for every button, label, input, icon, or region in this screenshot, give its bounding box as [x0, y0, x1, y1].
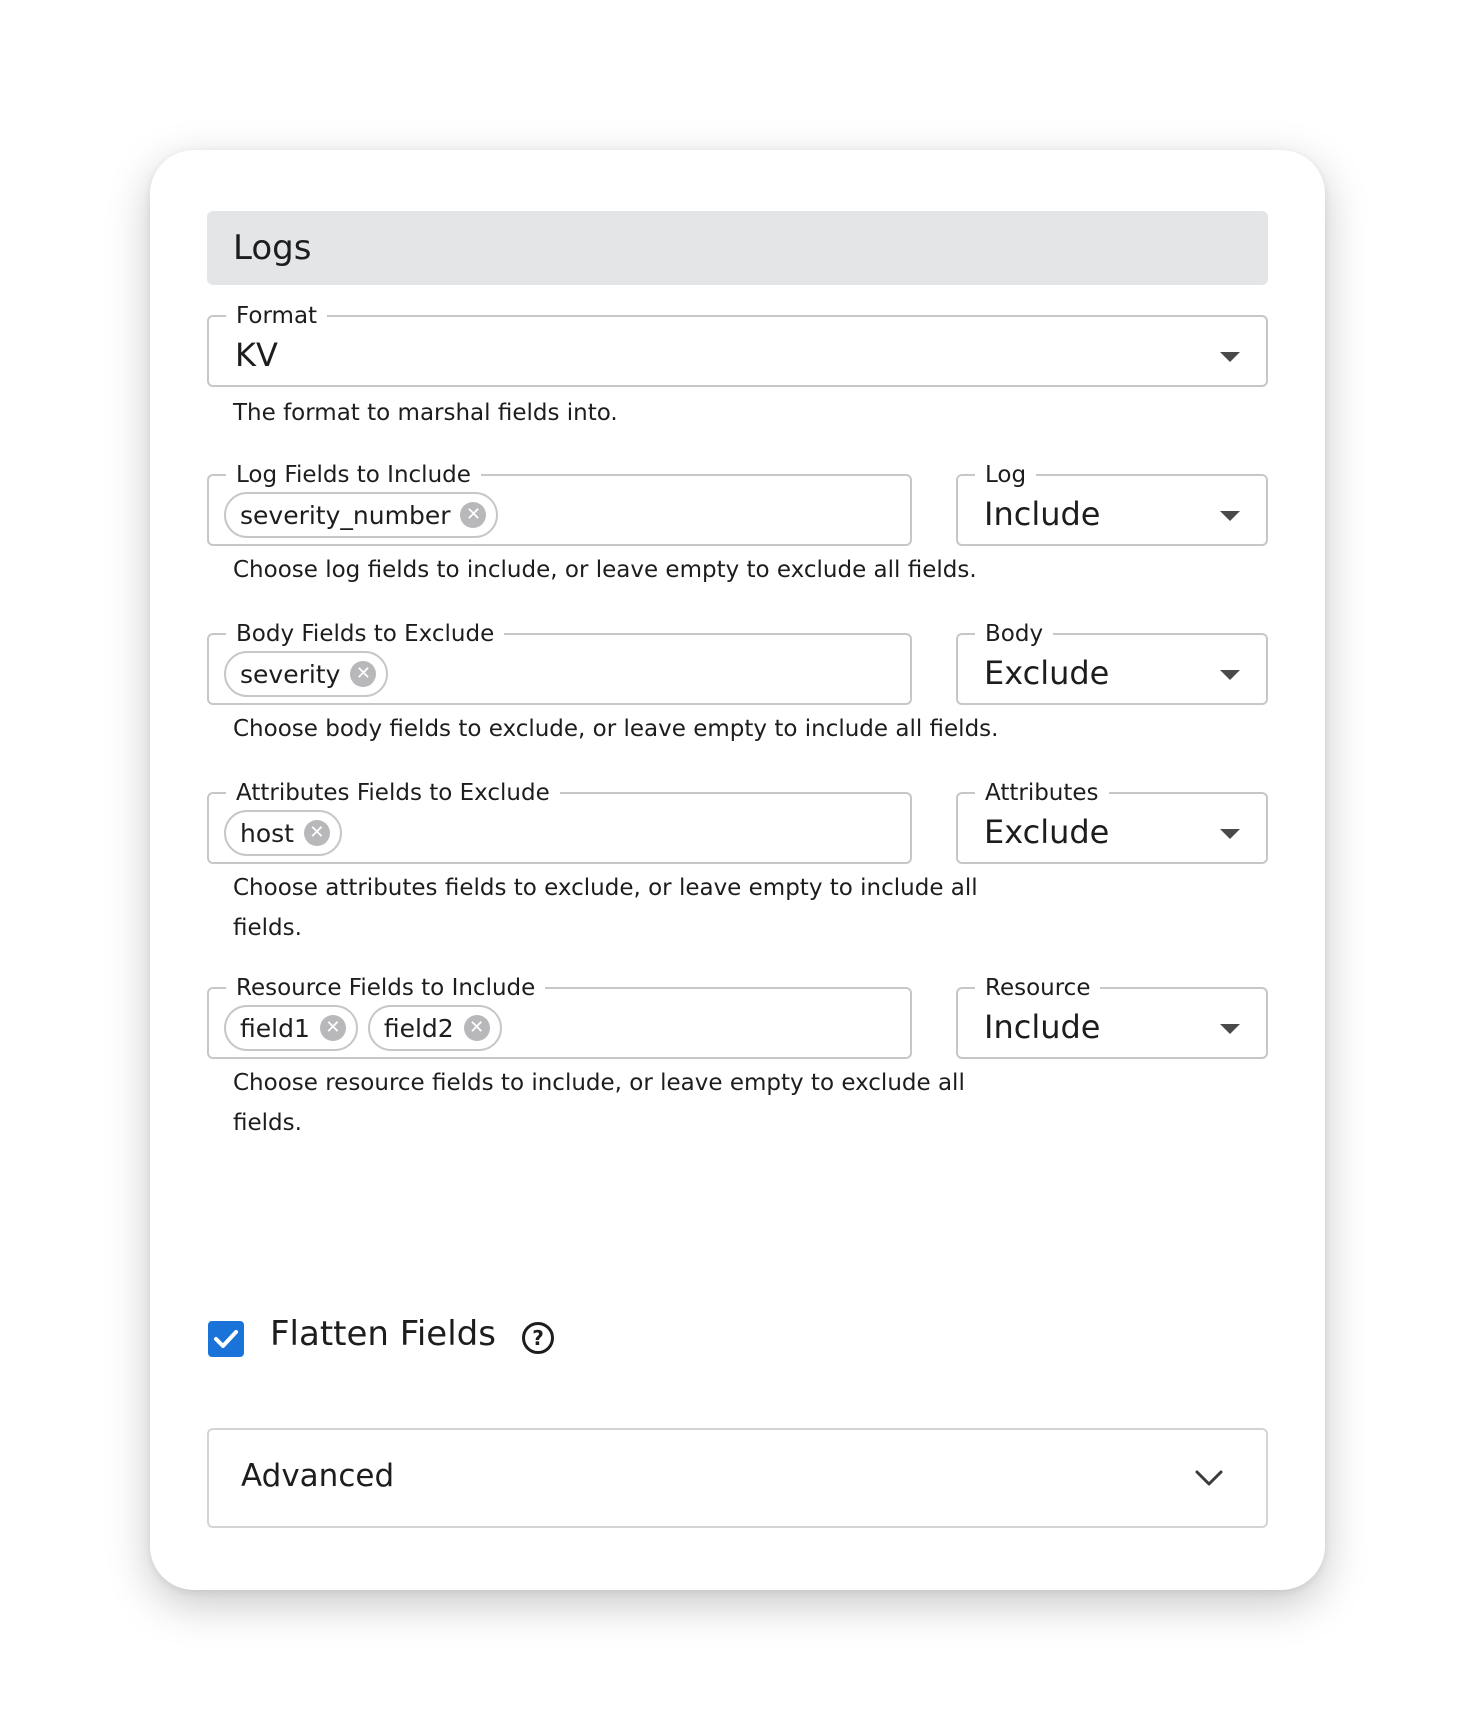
resource-mode-select[interactable]: Resource Include [956, 974, 1268, 1059]
flatten-fields-label: Flatten Fields [270, 1314, 496, 1354]
checkmark-icon [214, 1330, 238, 1348]
advanced-label: Advanced [241, 1458, 395, 1494]
resource-mode-value: Include [984, 1008, 1101, 1046]
helper-line: fields. [233, 915, 302, 941]
log-mode-value: Include [984, 495, 1101, 533]
chip-label: field2 [383, 1013, 454, 1043]
helper-line: fields. [233, 1110, 302, 1136]
chip-label: severity_number [240, 500, 451, 530]
logs-settings-card: Logs Format KV The format to marshal fie… [150, 150, 1325, 1590]
body-fields-helper: Choose body fields to exclude, or leave … [233, 716, 999, 742]
attributes-fields-input[interactable]: Attributes Fields to Exclude host ✕ [207, 779, 912, 864]
log-fields-helper: Choose log fields to include, or leave e… [233, 557, 977, 583]
log-mode-select[interactable]: Log Include [956, 461, 1268, 546]
chip-host: host ✕ [224, 810, 342, 856]
close-circle-icon[interactable]: ✕ [303, 820, 330, 846]
attributes-mode-value: Exclude [984, 813, 1110, 851]
attributes-mode-label: Attributes [975, 779, 1109, 807]
attributes-fields-label: Attributes Fields to Exclude [226, 779, 560, 807]
chip-field1: field1 ✕ [224, 1005, 358, 1051]
helper-line: Choose resource fields to include, or le… [233, 1070, 965, 1096]
caret-down-icon [1220, 670, 1240, 680]
chip-label: field1 [240, 1013, 310, 1043]
resource-fields-label: Resource Fields to Include [226, 974, 546, 1002]
chip-label: host [240, 818, 294, 848]
close-circle-icon[interactable]: ✕ [463, 1015, 490, 1041]
chip-label: severity [240, 659, 341, 689]
section-title: Logs [233, 228, 312, 268]
chip-severity-number: severity_number ✕ [224, 492, 499, 538]
chevron-down-icon [1195, 1470, 1223, 1486]
flatten-fields-checkbox[interactable] [208, 1321, 244, 1357]
chip-severity: severity ✕ [224, 651, 389, 697]
caret-down-icon [1220, 352, 1240, 362]
body-mode-select[interactable]: Body Exclude [956, 620, 1268, 705]
attributes-mode-select[interactable]: Attributes Exclude [956, 779, 1268, 864]
log-fields-input[interactable]: Log Fields to Include severity_number ✕ [207, 461, 912, 546]
body-mode-value: Exclude [984, 654, 1110, 692]
advanced-accordion[interactable]: Advanced [207, 1428, 1268, 1528]
body-fields-label: Body Fields to Exclude [226, 620, 505, 648]
close-circle-icon[interactable]: ✕ [319, 1015, 346, 1041]
body-mode-label: Body [975, 620, 1054, 648]
format-helper: The format to marshal fields into. [233, 400, 618, 426]
helper-line: Choose attributes fields to exclude, or … [233, 875, 978, 901]
format-value: KV [235, 336, 278, 374]
caret-down-icon [1220, 1024, 1240, 1034]
resource-fields-input[interactable]: Resource Fields to Include field1 ✕ fiel… [207, 974, 912, 1059]
close-circle-icon[interactable]: ✕ [460, 502, 487, 528]
log-mode-label: Log [975, 461, 1037, 489]
caret-down-icon [1220, 511, 1240, 521]
section-header: Logs [207, 211, 1268, 285]
close-circle-icon[interactable]: ✕ [350, 661, 377, 687]
chip-field2: field2 ✕ [367, 1005, 502, 1051]
log-fields-label: Log Fields to Include [226, 461, 481, 489]
attributes-fields-helper: Choose attributes fields to exclude, or … [233, 868, 978, 948]
format-select[interactable]: Format KV [207, 302, 1268, 387]
format-label: Format [226, 302, 328, 330]
resource-fields-helper: Choose resource fields to include, or le… [233, 1063, 965, 1143]
help-circle-icon[interactable]: ? [522, 1322, 554, 1354]
caret-down-icon [1220, 829, 1240, 839]
resource-mode-label: Resource [975, 974, 1101, 1002]
body-fields-input[interactable]: Body Fields to Exclude severity ✕ [207, 620, 912, 705]
